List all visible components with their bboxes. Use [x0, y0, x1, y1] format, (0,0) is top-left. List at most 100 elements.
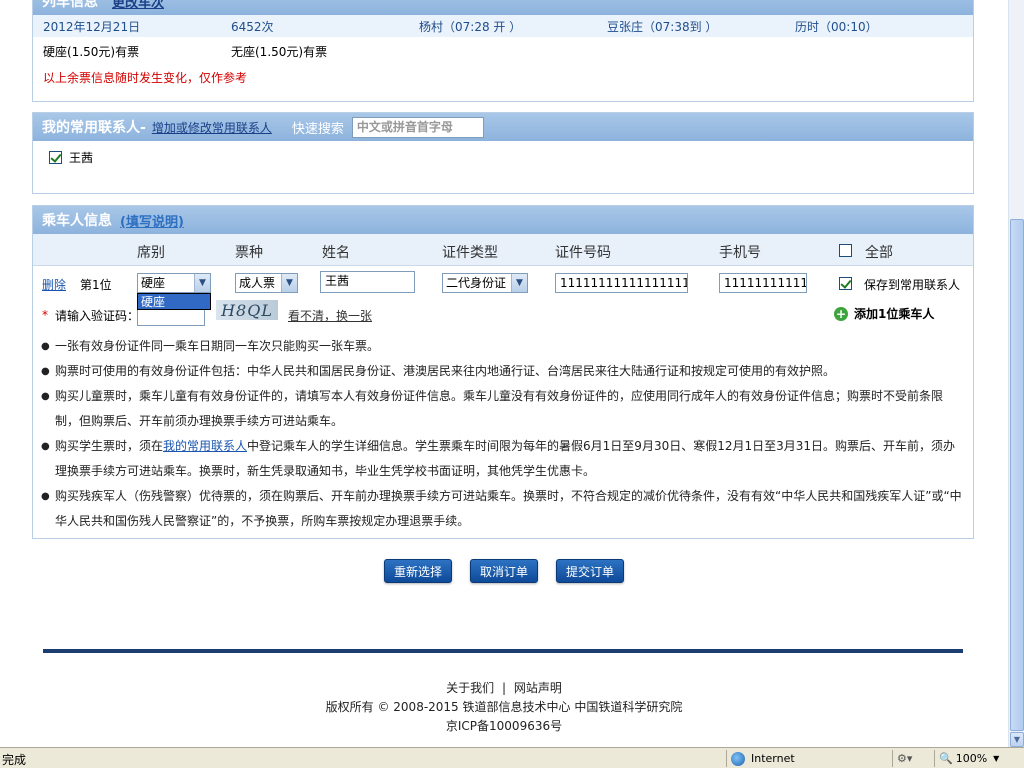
captcha-input[interactable]	[137, 310, 205, 326]
chevron-down-icon: ▼	[194, 274, 210, 292]
passenger-position: 第1位	[80, 278, 112, 292]
train-from-station: 杨村（07:28 开 ）	[419, 19, 522, 34]
footer-divider	[43, 649, 963, 653]
header-ticket-type: 票种	[235, 245, 263, 261]
quick-search-label: 快速搜索	[291, 121, 344, 137]
footer-separator: |	[501, 681, 507, 695]
seat-select-value: 硬座	[141, 276, 166, 290]
tip-text-before: 购买学生票时，须在	[55, 439, 164, 453]
tip-item: ● 购买儿童票时，乘车儿童有有效身份证件的，请填写本人有效身份证件信息。乘车儿童没…	[33, 384, 973, 434]
delete-passenger-link[interactable]: 删除	[42, 276, 66, 293]
scrollbar-thumb[interactable]	[1010, 219, 1024, 731]
seat-dropdown-option[interactable]: 硬座	[137, 293, 211, 310]
reselect-button[interactable]: 重新选择	[384, 559, 452, 583]
id-type-select[interactable]: 二代身份证 ▼	[442, 273, 528, 293]
save-contact-checkbox[interactable]	[839, 277, 852, 290]
add-passenger-button[interactable]: + 添加1位乘车人	[834, 305, 934, 322]
status-text: 完成	[2, 753, 27, 767]
bullet-icon: ●	[41, 366, 50, 377]
vertical-scrollbar[interactable]: ▼	[1008, 0, 1024, 747]
header-id-number: 证件号码	[555, 245, 611, 261]
captcha-label: 请输入验证码：	[55, 309, 140, 323]
seat-select[interactable]: 硬座 ▼	[137, 273, 211, 293]
tip-text: 购票时可使用的有效身份证件包括：中华人民共和国居民身份证、港澳居民来往内地通行证…	[55, 364, 836, 378]
passenger-table-header: 席别 票种 姓名 证件类型 证件号码 手机号 全部	[33, 234, 973, 266]
seat-option-label: 硬座	[141, 295, 166, 309]
train-number: 6452次	[231, 19, 274, 34]
submit-order-button[interactable]: 提交订单	[556, 559, 624, 583]
about-us-link[interactable]: 关于我们	[446, 681, 494, 695]
plus-circle-icon: +	[834, 306, 848, 321]
contact-item[interactable]: 王茜	[49, 149, 93, 166]
captcha-refresh-link[interactable]: 看不清，换一张	[288, 307, 372, 324]
globe-icon	[731, 751, 745, 766]
footer-icp: 京ICP备10009636号	[445, 719, 563, 733]
id-number-input[interactable]: 111111111111111111	[555, 273, 688, 293]
captcha-image: H8QL	[216, 300, 278, 320]
tip-text: 购买残疾军人（伤残警察）优待票的，须在购票后、开车前办理换票手续方可进站乘车。换…	[55, 489, 962, 528]
id-number-value: 111111111111111111	[560, 276, 688, 290]
contact-checkbox[interactable]	[49, 151, 62, 164]
add-passenger-label: 添加1位乘车人	[854, 307, 935, 321]
protected-mode-cell[interactable]: ⚙▾	[892, 750, 928, 767]
zone-cell: Internet	[726, 750, 886, 767]
tip-text: 购买儿童票时，乘车儿童有有效身份证件的，请填写本人有效身份证件信息。乘车儿童没有…	[55, 389, 944, 428]
required-star: *	[42, 308, 48, 322]
footer-copyright: 版权所有 © 2008-2015 铁道部信息技术中心 中国铁道科学研究院	[325, 700, 683, 714]
header-seat: 席别	[137, 245, 165, 261]
mobile-input[interactable]: 11111111111	[719, 273, 807, 293]
tip-item: ● 一张有效身份证件同一乘车日期同一车次只能购买一张车票。	[33, 334, 973, 359]
passenger-name-input[interactable]: 王茜	[320, 271, 415, 293]
zoom-icon: 🔍	[939, 752, 953, 765]
ticket-change-notice: 以上余票信息随时发生变化，仅作参考	[43, 70, 248, 85]
seat-availability-standing: 无座(1.50元)有票	[231, 44, 328, 59]
bullet-icon: ●	[41, 441, 50, 452]
passenger-name-value: 王茜	[325, 274, 350, 288]
zoom-level: 100%	[955, 752, 988, 765]
zone-label: Internet	[751, 752, 795, 765]
chevron-down-icon: ▼	[511, 274, 527, 292]
train-info-header: 列车信息 更改车次	[33, 0, 973, 15]
passenger-panel: 乘车人信息 (填写说明) 席别 票种 姓名 证件类型 证件号码 手机号 全部 删…	[32, 205, 974, 539]
save-contact-label: 保存到常用联系人	[864, 278, 961, 292]
browser-status-bar: 完成 Internet ⚙▾ 🔍 100% ▼	[0, 747, 1024, 768]
header-mobile: 手机号	[719, 245, 761, 261]
zoom-control[interactable]: 🔍 100% ▼	[934, 750, 1006, 767]
header-name: 姓名	[322, 245, 350, 261]
cancel-order-button[interactable]: 取消订单	[470, 559, 538, 583]
tip-text: 一张有效身份证件同一乘车日期同一车次只能购买一张车票。	[55, 339, 380, 353]
train-summary-row: 2012年12月21日 6452次 杨村（07:28 开 ） 豆张庄（07:38…	[33, 15, 973, 37]
bullet-icon: ●	[41, 391, 50, 402]
mobile-value: 11111111111	[724, 276, 807, 290]
header-id-type: 证件类型	[442, 245, 498, 261]
train-to-station: 豆张庄（07:38到 ）	[607, 19, 718, 34]
tip-item: ● 购买残疾军人（伤残警察）优待票的，须在购票后、开车前办理换票手续方可进站乘车。…	[33, 484, 973, 534]
ticket-type-select[interactable]: 成人票 ▼	[235, 273, 298, 293]
manage-contacts-link[interactable]: 增加或修改常用联系人	[152, 119, 272, 136]
bullet-icon: ●	[41, 341, 50, 352]
scroll-down-arrow-icon[interactable]: ▼	[1010, 732, 1024, 747]
site-statement-link[interactable]: 网站声明	[514, 681, 562, 695]
security-icon: ⚙▾	[897, 752, 913, 765]
footer-links: 关于我们 | 网站声明	[0, 679, 1008, 696]
train-date: 2012年12月21日	[43, 19, 141, 34]
select-all-checkbox[interactable]	[839, 244, 852, 257]
quick-search-placeholder: 中文或拼音首字母	[356, 119, 453, 134]
train-info-panel: 列车信息 更改车次 2012年12月21日 6452次 杨村（07:28 开 ）…	[32, 0, 974, 102]
id-type-value: 二代身份证	[446, 276, 507, 290]
train-info-title: 列车信息	[42, 0, 98, 10]
contacts-panel: 我的常用联系人- 增加或修改常用联系人 快速搜索 中文或拼音首字母 王茜	[32, 112, 974, 194]
browser-viewport: 列车信息 更改车次 2012年12月21日 6452次 杨村（07:28 开 ）…	[0, 0, 1008, 747]
tip-item: ● 购买学生票时，须在我的常用联系人中登记乘车人的学生详细信息。学生票乘车时间限为…	[33, 434, 973, 484]
passenger-title: 乘车人信息	[42, 213, 112, 229]
seat-availability-hard: 硬座(1.50元)有票	[43, 44, 140, 59]
change-train-link[interactable]: 更改车次	[112, 0, 164, 11]
seat-availability-row: 硬座(1.50元)有票 无座(1.50元)有票	[33, 37, 973, 65]
bullet-icon: ●	[41, 491, 50, 502]
my-contacts-link[interactable]: 我的常用联系人	[163, 439, 247, 453]
chevron-down-icon: ▼	[993, 754, 1000, 763]
fill-help-link[interactable]: (填写说明)	[120, 211, 184, 230]
quick-search-input[interactable]: 中文或拼音首字母	[351, 116, 484, 138]
passenger-header: 乘车人信息 (填写说明)	[33, 206, 973, 234]
train-duration: 历时（00:10）	[795, 19, 878, 34]
